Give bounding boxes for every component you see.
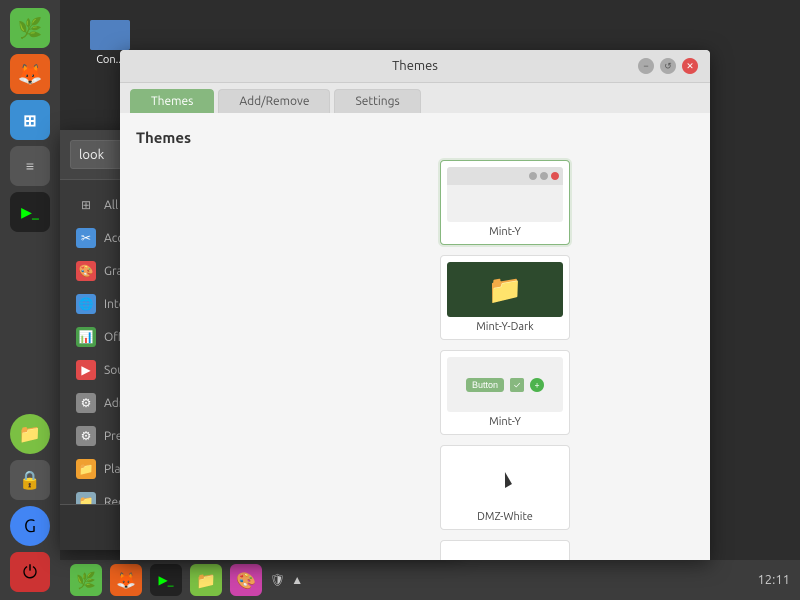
section-title: Themes <box>136 129 694 146</box>
office-icon: 📊 <box>76 327 96 347</box>
theme-label-mint-y: Mint-Y <box>447 226 563 238</box>
taskbar-bottom-mintmenu[interactable]: 🌿 <box>70 564 102 596</box>
taskbar-icon-firefox[interactable]: 🦊 <box>10 54 50 94</box>
taskbar-time: 12:11 <box>757 573 790 587</box>
theme-label-mint-y-controls: Mint-Y <box>447 416 563 428</box>
tab-add-remove[interactable]: Add/Remove <box>218 89 330 113</box>
maximize-button[interactable]: ↺ <box>660 58 676 74</box>
theme-preview-mint-y-dark: 📁 <box>447 262 563 317</box>
folder-icon-dark: 📁 <box>488 273 523 306</box>
recent-icon: 📁 <box>76 492 96 504</box>
themes-list-area: Mint-Y 📁 Mint-Y-Dark Button ✓ + <box>136 160 694 560</box>
ctrl-btn-preview: Button <box>466 378 504 392</box>
desktop-icon-image <box>90 20 130 50</box>
taskbar-icon-mintmenu[interactable]: 🌿 <box>10 8 50 48</box>
theme-item-mint-y[interactable]: Mint-Y <box>440 160 570 245</box>
taskbar-icon-lock[interactable]: 🔒 <box>10 460 50 500</box>
places-icon: 📁 <box>76 459 96 479</box>
theme-preview-mint-y-controls: Button ✓ + <box>447 357 563 412</box>
tray-shield-icon: 🛡 <box>270 573 285 587</box>
taskbar-left: 🌿 🦊 ⊞ ≡ ▶_ 📁 🔒 G ⏻ <box>0 0 60 600</box>
theme-label-mint-y-dark: Mint-Y-Dark <box>447 321 563 333</box>
taskbar-bottom-terminal[interactable]: ▶_ <box>150 564 182 596</box>
theme-item-mint-y-controls[interactable]: Button ✓ + Mint-Y <box>440 350 570 435</box>
window-tabs: Themes Add/Remove Settings <box>120 83 710 113</box>
graphics-icon: 🎨 <box>76 261 96 281</box>
taskbar-icon-apps[interactable]: ⊞ <box>10 100 50 140</box>
theme-preview-mint-y <box>447 167 563 222</box>
window-chrome-preview <box>447 167 563 185</box>
minimize-button[interactable]: − <box>638 58 654 74</box>
preferences-icon: ⚙ <box>76 426 96 446</box>
accessories-icon: ✂ <box>76 228 96 248</box>
theme-preview-dmz-white <box>447 452 563 507</box>
taskbar-bottom-files[interactable]: 📁 <box>190 564 222 596</box>
tab-themes[interactable]: Themes <box>130 89 214 113</box>
taskbar-bottom-firefox[interactable]: 🦊 <box>110 564 142 596</box>
window-title: Themes <box>392 59 438 73</box>
window-controls: − ↺ ✕ <box>638 58 698 74</box>
window-content: Themes Mint-Y 📁 <box>120 113 710 560</box>
theme-preview-linux-mint <box>447 547 563 560</box>
theme-item-dmz-white[interactable]: DMZ-White <box>440 445 570 530</box>
theme-item-linux-mint[interactable]: Linux Mint <box>440 540 570 560</box>
taskbar-icon-storage[interactable]: ≡ <box>10 146 50 186</box>
taskbar-icon-google[interactable]: G <box>10 506 50 546</box>
close-button[interactable]: ✕ <box>682 58 698 74</box>
taskbar-icon-terminal[interactable]: ▶_ <box>10 192 50 232</box>
theme-label-dmz-white: DMZ-White <box>447 511 563 523</box>
taskbar-bottom-themes[interactable]: 🎨 <box>230 564 262 596</box>
desktop: Con... 🌿 🦊 ⊞ ≡ ▶_ 📁 🔒 G ⏻ 🌿 🦊 ▶_ 📁 🎨 🛡 ▲… <box>0 0 800 600</box>
taskbar-bottom: 🌿 🦊 ▶_ 📁 🎨 🛡 ▲ 12:11 <box>60 560 800 600</box>
cursor-preview <box>498 471 512 487</box>
menu-search-text: look <box>79 148 104 162</box>
tab-settings[interactable]: Settings <box>334 89 420 113</box>
admin-icon: ⚙ <box>76 393 96 413</box>
ctrl-plus-preview: + <box>530 378 544 392</box>
themes-window: Themes − ↺ ✕ Themes Add/Remove Settings … <box>120 50 710 560</box>
dot-max <box>540 172 548 180</box>
taskbar-tray: 🛡 ▲ <box>270 573 303 587</box>
tray-arrow-icon: ▲ <box>291 573 303 587</box>
dot-close <box>551 172 559 180</box>
dot-min <box>529 172 537 180</box>
sound-video-icon: ▶ <box>76 360 96 380</box>
theme-item-mint-y-dark[interactable]: 📁 Mint-Y-Dark <box>440 255 570 340</box>
taskbar-icon-files[interactable]: 📁 <box>10 414 50 454</box>
taskbar-icon-power[interactable]: ⏻ <box>10 552 50 592</box>
ctrl-check-preview: ✓ <box>510 378 524 392</box>
all-apps-icon: ⊞ <box>76 195 96 215</box>
window-titlebar: Themes − ↺ ✕ <box>120 50 710 83</box>
internet-icon: 🌐 <box>76 294 96 314</box>
